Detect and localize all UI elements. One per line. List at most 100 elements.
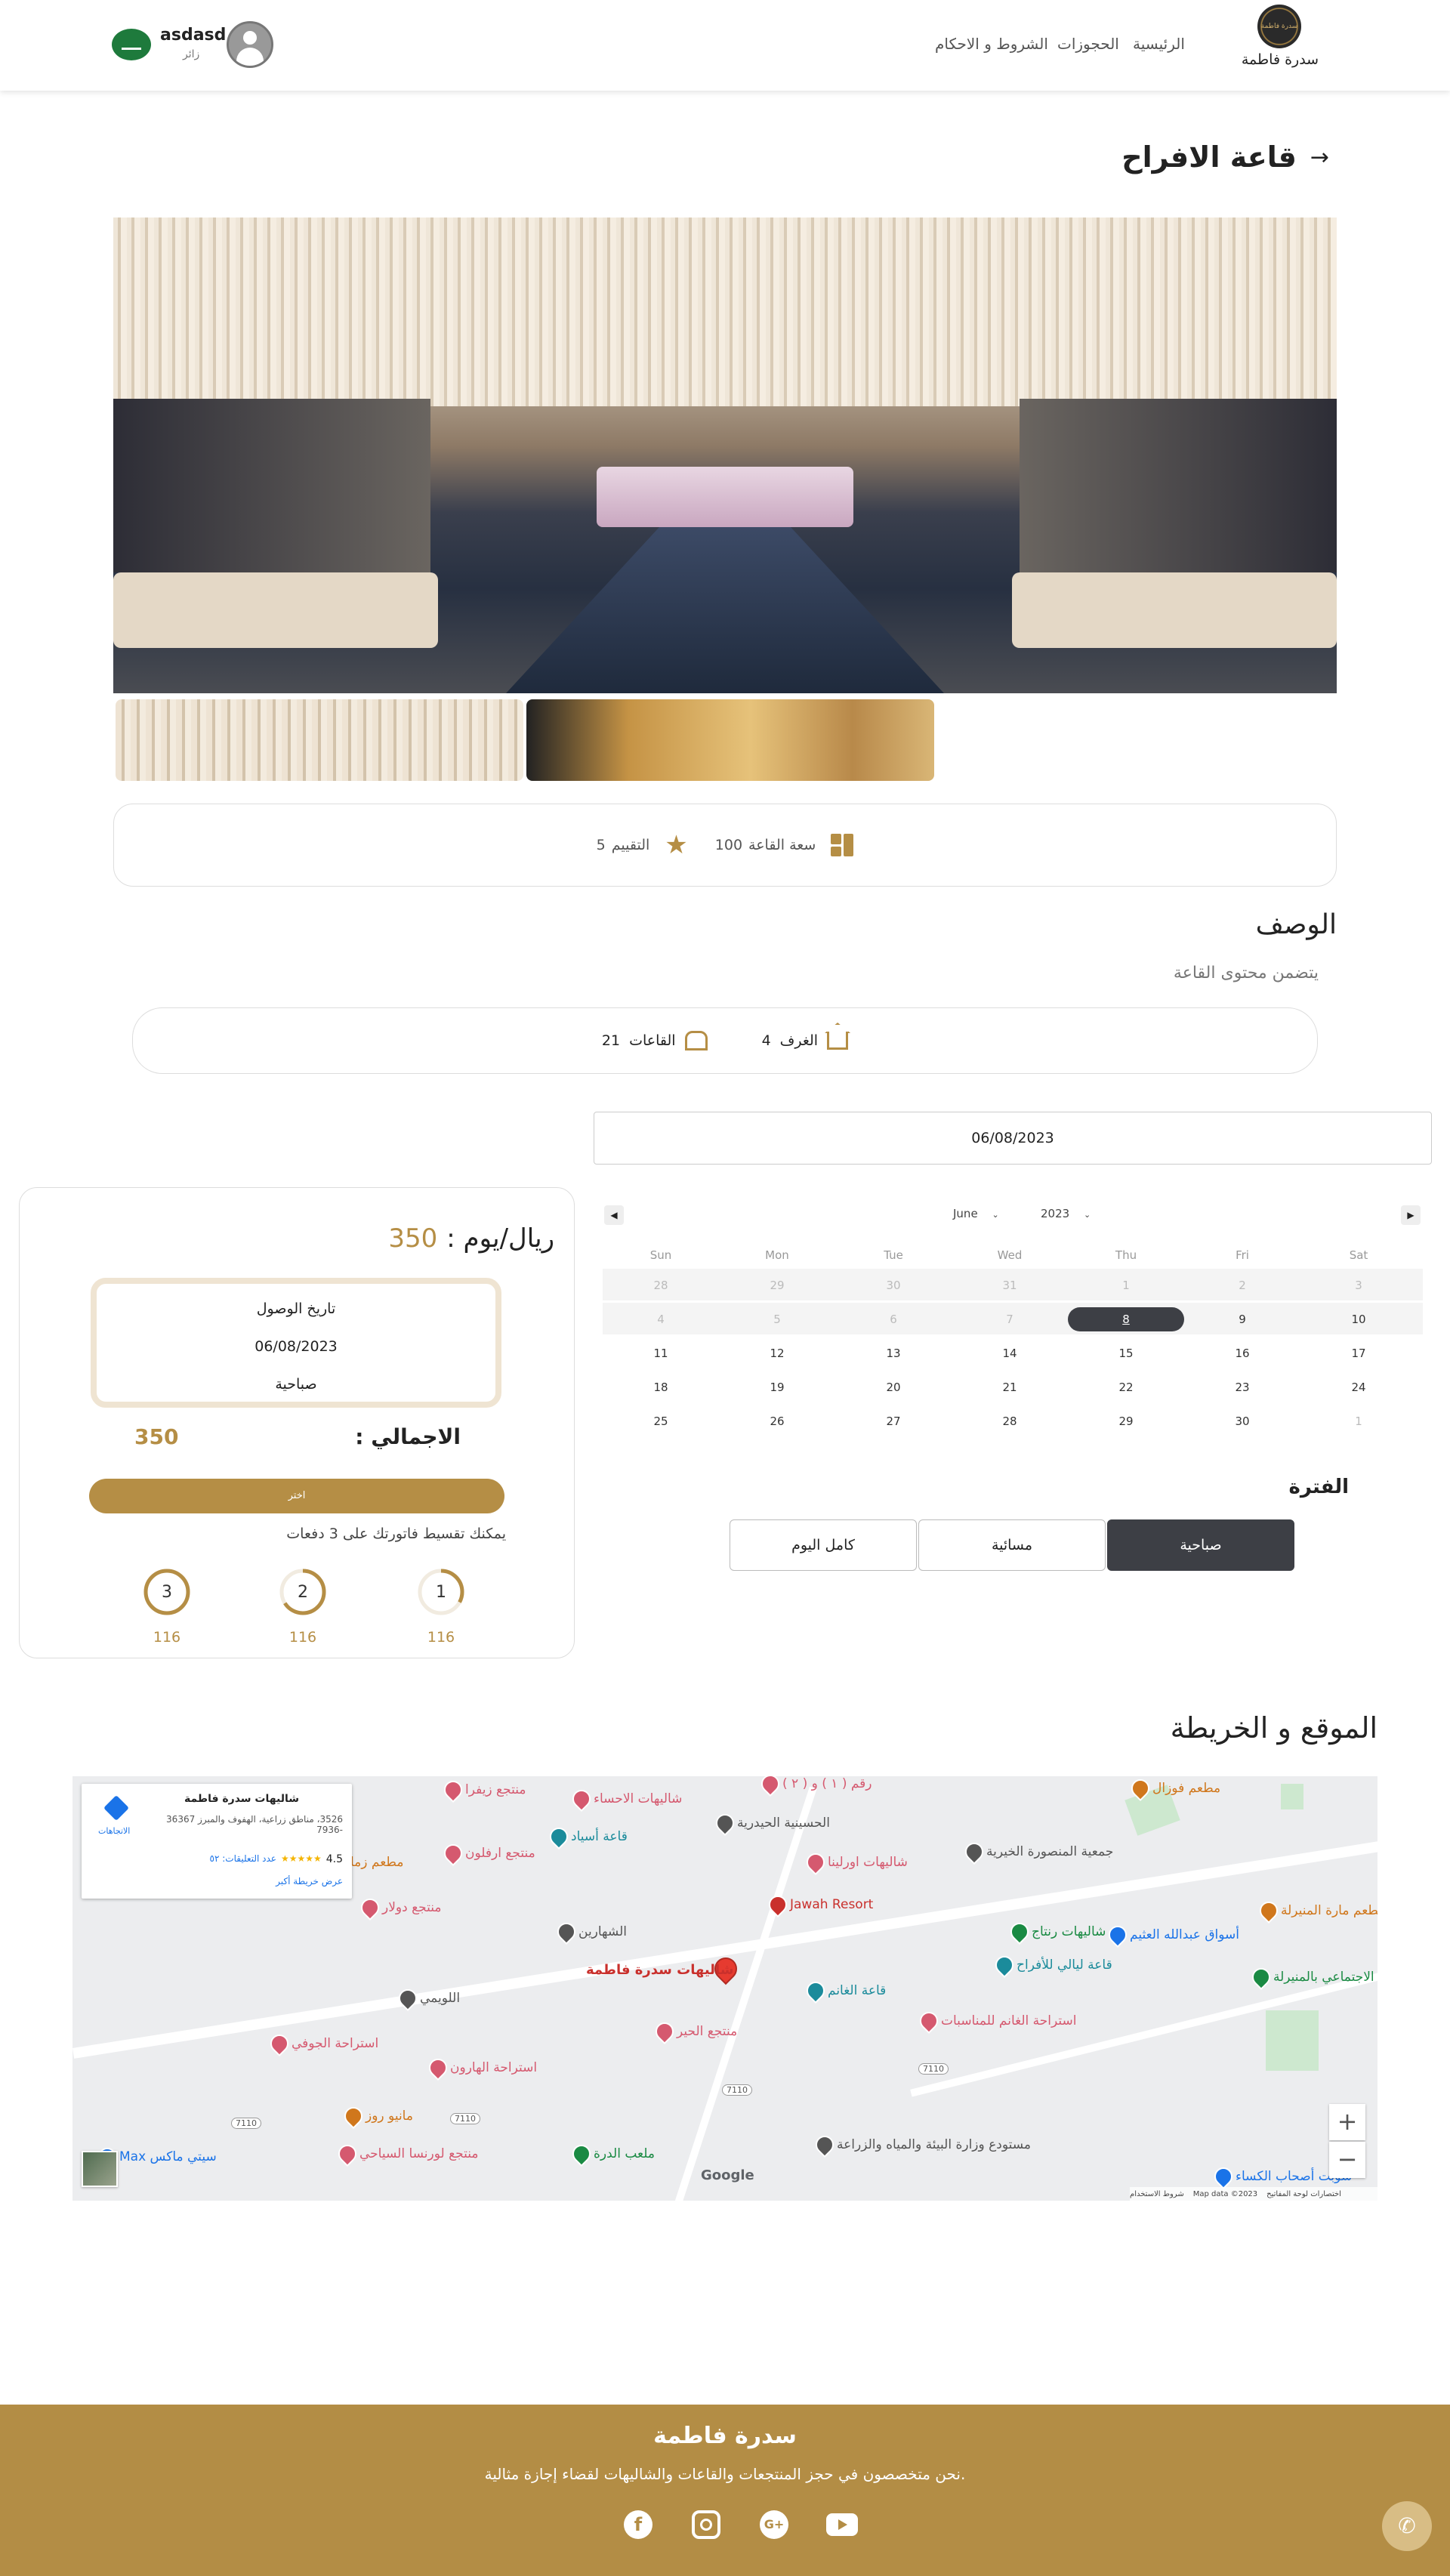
main-pin-label[interactable]: شاليهات سدرة فاطمة	[586, 1962, 733, 1978]
calendar-day[interactable]: 24	[1300, 1371, 1417, 1404]
map-poi-label[interactable]: منتجع ارفلون	[465, 1846, 535, 1861]
calendar-prev-button[interactable]: ◀	[604, 1205, 624, 1225]
calendar-day-selected[interactable]: 8	[1068, 1307, 1184, 1331]
map-poi-pin-icon[interactable]	[357, 1895, 383, 1920]
map-poi-pin-icon[interactable]	[757, 1776, 783, 1797]
calendar-day[interactable]: 10	[1300, 1303, 1417, 1336]
calendar-day[interactable]: 18	[603, 1371, 719, 1404]
map-poi-pin-icon[interactable]	[569, 2141, 594, 2167]
map-type-thumbnail[interactable]	[82, 2151, 118, 2187]
brand-logo[interactable]: سدرة فاطمة	[1257, 5, 1301, 48]
zoom-out-button[interactable]: −	[1329, 2142, 1365, 2178]
map-card-larger-map[interactable]: عرض خريطة أكبر	[276, 1876, 343, 1886]
map-poi-pin-icon[interactable]	[1105, 1922, 1131, 1948]
brand-name[interactable]: سدرة فاطمة	[1239, 51, 1322, 68]
map-poi-pin-icon[interactable]	[652, 2019, 677, 2044]
calendar-day[interactable]: 21	[952, 1371, 1068, 1404]
calendar-year-select[interactable]: 2023 ⌄	[1041, 1207, 1091, 1220]
period-option[interactable]: مسائية	[918, 1519, 1106, 1571]
map-poi-pin-icon[interactable]	[569, 1786, 594, 1812]
map-poi-pin-icon[interactable]	[961, 1839, 987, 1865]
calendar-day[interactable]: 16	[1184, 1337, 1300, 1370]
map-poi-pin-icon[interactable]	[1256, 1898, 1282, 1924]
map-poi-label[interactable]: مطعم مارة المنيرلة	[1281, 1903, 1378, 1918]
hall-main-image[interactable]	[113, 217, 1337, 693]
map-poi-label[interactable]: أسواق عبدالله العثيم	[1130, 1927, 1239, 1942]
map-poi-label[interactable]: منتجع الحير	[677, 2024, 737, 2039]
map-poi-label[interactable]: مانيو روز	[366, 2109, 413, 2124]
calendar-day[interactable]: 11	[603, 1337, 719, 1370]
map-poi-pin-icon[interactable]	[335, 2141, 360, 2167]
map-poi-label[interactable]: جمعية المنصورة الخيرية	[986, 1844, 1113, 1859]
map[interactable]: منتجع زيفرا شاليهات الاحساء الحسينية الحيد…	[72, 1776, 1378, 2201]
map-shortcuts[interactable]: اختصارات لوحة المفاتيح	[1266, 2190, 1341, 2198]
calendar-day[interactable]: 22	[1068, 1371, 1184, 1404]
map-poi-pin-icon[interactable]	[1248, 1964, 1274, 1990]
thumbnail-1[interactable]	[116, 699, 523, 781]
map-poi-pin-icon[interactable]	[712, 1810, 738, 1836]
map-poi-label[interactable]: قاعة الغانم	[828, 1983, 886, 1998]
map-poi-pin-icon[interactable]	[1211, 2164, 1236, 2189]
map-poi-label[interactable]: شاليهات اورلينا	[828, 1855, 908, 1870]
calendar-day[interactable]: 17	[1300, 1337, 1417, 1370]
map-poi-pin-icon[interactable]	[803, 1849, 828, 1875]
map-poi-pin-icon[interactable]	[916, 2008, 942, 2034]
map-poi-label[interactable]: منتجع لورنسا السياحي	[359, 2146, 479, 2161]
back-arrow-icon[interactable]: →	[1310, 144, 1329, 171]
calendar-day[interactable]: 28	[952, 1405, 1068, 1438]
calendar-day[interactable]: 27	[835, 1405, 952, 1438]
zoom-in-button[interactable]: +	[1329, 2104, 1365, 2140]
map-terms[interactable]: شروط الاستخدام	[1130, 2190, 1184, 2198]
avatar[interactable]	[227, 21, 273, 68]
period-option[interactable]: كامل اليوم	[730, 1519, 917, 1571]
map-poi-pin-icon[interactable]	[341, 2103, 366, 2129]
date-input[interactable]: 06/08/2023	[594, 1112, 1432, 1165]
map-poi-label[interactable]: اللويمي	[420, 1991, 460, 2006]
calendar-day[interactable]: 23	[1184, 1371, 1300, 1404]
map-poi-label[interactable]: منتجع دولار	[382, 1900, 441, 1915]
map-poi-label[interactable]: قاعة ليالي للأفراح	[1017, 1957, 1112, 1973]
map-poi-label[interactable]: رقم ( ١ ) و ( ٢ )	[782, 1776, 872, 1791]
calendar-day[interactable]: 15	[1068, 1337, 1184, 1370]
calendar-next-button[interactable]: ▶	[1401, 1205, 1421, 1225]
map-poi-label[interactable]: مطعم زماء	[344, 1855, 403, 1870]
youtube-icon[interactable]	[826, 2513, 858, 2536]
calendar-day[interactable]: 20	[835, 1371, 952, 1404]
calendar-day[interactable]: 26	[719, 1405, 835, 1438]
nav-home[interactable]: الرئيسية	[1133, 35, 1185, 53]
call-button[interactable]: ✆	[1382, 2501, 1432, 2551]
calendar-day[interactable]: 14	[952, 1337, 1068, 1370]
period-option[interactable]: صباحية	[1107, 1519, 1294, 1571]
nav-bookings[interactable]: الحجوزات	[1057, 35, 1119, 53]
map-poi-pin-icon[interactable]	[395, 1985, 421, 2011]
map-poi-label[interactable]: استراحة الغانم للمناسبات	[941, 2013, 1076, 2028]
calendar-day[interactable]: 12	[719, 1337, 835, 1370]
map-poi-label[interactable]: ملعب الدرة	[594, 2146, 655, 2161]
map-poi-label[interactable]: شاليهات رنتاج	[1032, 1924, 1106, 1939]
calendar-day[interactable]: 13	[835, 1337, 952, 1370]
map-poi-pin-icon[interactable]	[812, 2132, 838, 2158]
map-poi-pin-icon[interactable]	[803, 1978, 828, 2004]
map-poi-label[interactable]: مستودع وزارة البيئة والمياه والزراعة	[837, 2137, 1031, 2152]
nav-terms[interactable]: الشروط و الاحكام	[935, 35, 1048, 53]
calendar-day[interactable]: 25	[603, 1405, 719, 1438]
map-poi-pin-icon[interactable]	[267, 2031, 292, 2056]
map-poi-pin-icon[interactable]	[992, 1952, 1017, 1978]
map-poi-label[interactable]: استراحة الهارون	[450, 2060, 537, 2075]
map-poi-label[interactable]: سيتي ماكس Max	[119, 2149, 217, 2164]
directions-icon[interactable]	[103, 1795, 129, 1821]
map-poi-pin-icon[interactable]	[440, 1840, 466, 1866]
map-poi-label[interactable]: Jawah Resort	[790, 1897, 873, 1912]
map-card-reviews[interactable]: عدد التعليقات: ٥٢	[210, 1853, 276, 1865]
facebook-icon[interactable]: f	[624, 2510, 652, 2539]
map-poi-label[interactable]: الحسينية الحيدرية	[737, 1816, 830, 1831]
instagram-icon[interactable]	[692, 2510, 720, 2539]
map-poi-label[interactable]: الشهارين	[578, 1924, 627, 1939]
google-plus-icon[interactable]: G+	[760, 2510, 788, 2539]
map-poi-pin-icon[interactable]	[425, 2055, 451, 2081]
map-poi-pin-icon[interactable]	[440, 1777, 466, 1803]
calendar-day[interactable]: 30	[1184, 1405, 1300, 1438]
calendar-month-select[interactable]: June ⌄	[953, 1207, 999, 1220]
map-poi-label[interactable]: شاليهات الاحساء	[594, 1791, 682, 1806]
language-flag-icon[interactable]	[112, 29, 151, 60]
